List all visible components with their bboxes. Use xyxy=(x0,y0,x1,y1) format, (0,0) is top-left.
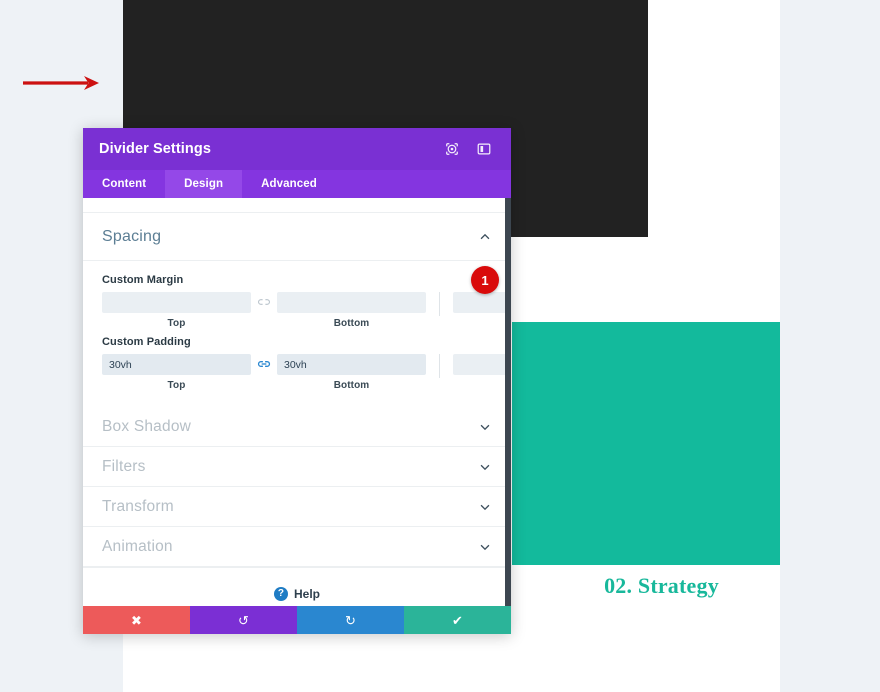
custom-margin-label: Custom Margin xyxy=(102,274,184,286)
modal-titlebar: Divider Settings xyxy=(83,128,511,170)
tab-advanced[interactable]: Advanced xyxy=(242,170,336,198)
chevron-up-icon xyxy=(480,233,490,239)
section-title-box-shadow: Box Shadow xyxy=(102,417,192,435)
chevron-down-icon xyxy=(480,544,490,550)
spacing-section-body: Custom Margin Top Bottom Custom Padding … xyxy=(83,261,511,407)
custom-padding-row: Top Bottom xyxy=(102,354,511,391)
redo-icon: ↻ xyxy=(345,612,356,628)
custom-padding-left-right-group: Left Right xyxy=(453,354,511,391)
undo-icon: ↺ xyxy=(238,612,249,628)
custom-margin-row: Top Bottom xyxy=(102,292,511,329)
margin-bottom-cell: Bottom xyxy=(277,292,426,329)
help-bar: ? Help xyxy=(83,567,511,606)
section-title-filters: Filters xyxy=(102,457,146,475)
margin-bottom-sublabel: Bottom xyxy=(333,318,370,329)
modal-scrollbar-thumb[interactable] xyxy=(505,198,511,606)
divider-settings-modal: Divider Settings Content Design Advanced… xyxy=(83,128,511,634)
modal-tab-bar: Content Design Advanced xyxy=(83,170,511,198)
custom-padding-top-bottom-group: Top Bottom xyxy=(102,354,426,391)
padding-left-sublabel: Left xyxy=(453,380,511,391)
padding-top-cell: Top xyxy=(102,354,251,391)
margin-left-input[interactable] xyxy=(453,292,511,313)
redo-button[interactable]: ↻ xyxy=(297,606,404,634)
target-icon[interactable] xyxy=(441,138,463,160)
step-badge: 1 xyxy=(471,266,499,294)
padding-bottom-sublabel: Bottom xyxy=(333,380,370,391)
margin-left-cell: Left xyxy=(453,292,511,329)
spacing-divider xyxy=(439,292,440,316)
undo-button[interactable]: ↺ xyxy=(190,606,297,634)
help-label: Help xyxy=(293,587,320,601)
section-heading: 02. Strategy xyxy=(604,573,719,598)
margin-top-cell: Top xyxy=(102,292,251,329)
unlink-icon xyxy=(258,299,270,305)
check-icon: ✔ xyxy=(452,612,463,628)
margin-top-sublabel: Top xyxy=(167,318,186,329)
modal-action-bar: ✖ ↺ ↻ ✔ xyxy=(83,606,511,634)
padding-top-sublabel: Top xyxy=(167,380,186,391)
custom-margin-left-right-group: Left xyxy=(453,292,511,329)
section-title-animation: Animation xyxy=(102,537,173,555)
close-icon: ✖ xyxy=(131,612,142,628)
modal-scroll-area: Spacing Custom Margin Top Bottom Custom … xyxy=(83,198,511,606)
cancel-button[interactable]: ✖ xyxy=(83,606,190,634)
link-icon-active xyxy=(257,361,271,367)
tab-content[interactable]: Content xyxy=(83,170,165,198)
section-header-filters[interactable]: Filters xyxy=(83,447,511,487)
section-header-box-shadow[interactable]: Box Shadow xyxy=(83,407,511,447)
margin-top-bottom-link[interactable] xyxy=(251,292,277,329)
chevron-down-icon xyxy=(480,424,490,430)
chevron-down-icon xyxy=(480,504,490,510)
modal-title: Divider Settings xyxy=(99,141,211,157)
margin-top-input[interactable] xyxy=(102,292,251,313)
margin-bottom-input[interactable] xyxy=(277,292,426,313)
padding-top-input[interactable] xyxy=(102,354,251,375)
custom-margin-top-bottom-group: Top Bottom xyxy=(102,292,426,329)
section-title-transform: Transform xyxy=(102,497,174,515)
help-link[interactable]: ? Help xyxy=(273,587,320,601)
save-button[interactable]: ✔ xyxy=(404,606,511,634)
annotation-arrow-icon xyxy=(23,76,99,90)
clipped-section-row xyxy=(83,198,511,213)
section-header-transform[interactable]: Transform xyxy=(83,487,511,527)
tab-design[interactable]: Design xyxy=(165,170,243,198)
panel-layout-icon[interactable] xyxy=(473,138,495,160)
padding-bottom-input[interactable] xyxy=(277,354,426,375)
custom-padding-label: Custom Padding xyxy=(102,336,191,348)
margin-left-sublabel: Left xyxy=(453,318,511,329)
section-header-spacing[interactable]: Spacing xyxy=(83,213,511,261)
modal-scrollbar[interactable] xyxy=(505,198,511,606)
teal-accent-block xyxy=(512,322,780,565)
padding-top-bottom-link[interactable] xyxy=(251,354,277,391)
question-mark-icon: ? xyxy=(273,587,288,601)
padding-left-cell: Left xyxy=(453,354,511,391)
section-header-animation[interactable]: Animation xyxy=(83,527,511,567)
chevron-down-icon xyxy=(480,464,490,470)
spacing-divider xyxy=(439,354,440,378)
padding-left-input[interactable] xyxy=(453,354,511,375)
padding-bottom-cell: Bottom xyxy=(277,354,426,391)
section-title-spacing: Spacing xyxy=(102,227,162,245)
